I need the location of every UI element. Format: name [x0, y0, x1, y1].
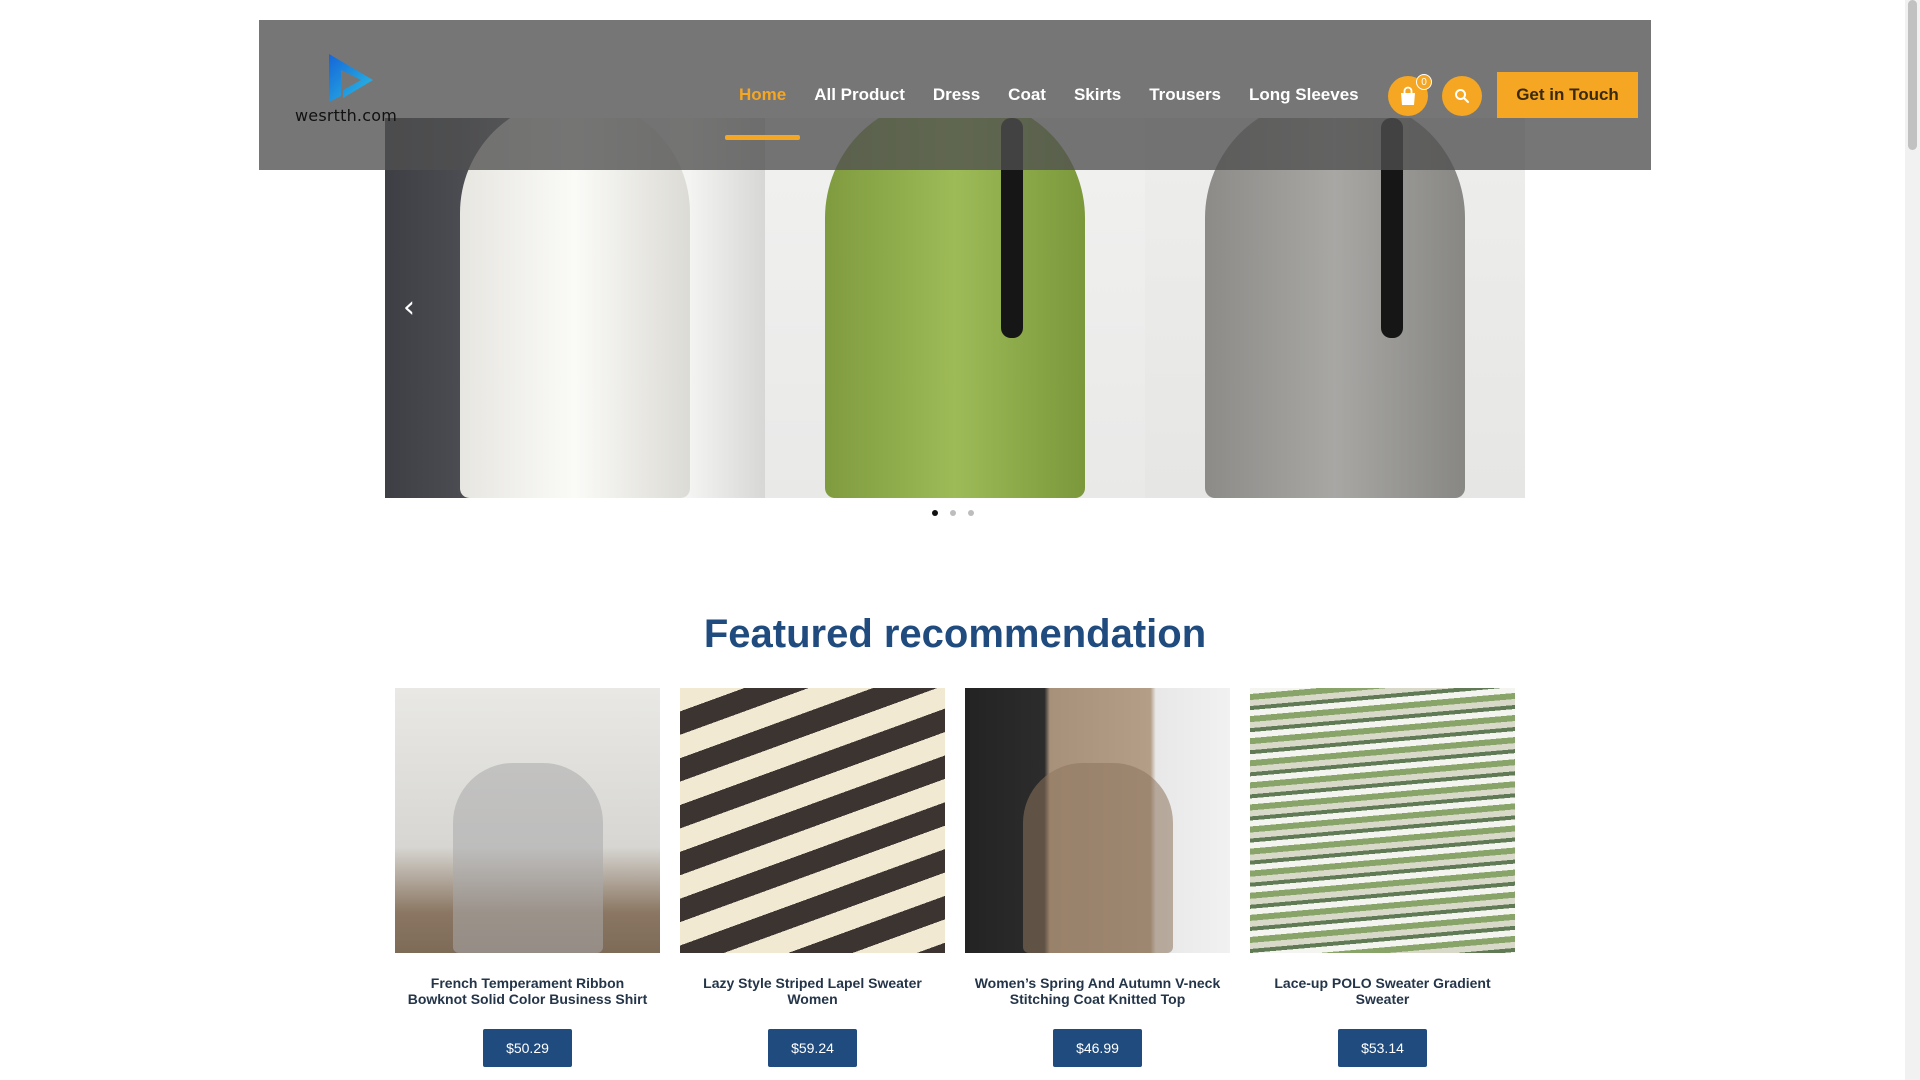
nav-item-trousers[interactable]: Trousers — [1135, 85, 1235, 105]
main-nav: Home All Product Dress Coat Skirts Trous… — [725, 20, 1373, 170]
scrollbar-thumb[interactable] — [1908, 0, 1917, 150]
product-image[interactable] — [965, 688, 1230, 953]
green-dress-image — [825, 118, 1085, 498]
grey-dress-image — [1205, 118, 1465, 498]
nav-item-dress[interactable]: Dress — [919, 85, 994, 105]
white-dress-image — [460, 118, 690, 498]
slider-dot-3[interactable] — [968, 510, 974, 516]
nav-item-skirts[interactable]: Skirts — [1060, 85, 1135, 105]
product-image[interactable] — [395, 688, 660, 953]
logo-text: wesrtth.com — [295, 106, 397, 125]
get-in-touch-button[interactable]: Get in Touch — [1497, 72, 1638, 118]
product-name[interactable]: French Temperament Ribbon Bowknot Solid … — [403, 975, 653, 1011]
hero-slide-white-dress — [385, 118, 765, 498]
nav-item-all-product[interactable]: All Product — [800, 85, 919, 105]
cart-count-badge: 0 — [1416, 74, 1432, 90]
price-button[interactable]: $46.99 — [1053, 1029, 1142, 1067]
slider-dots — [932, 510, 974, 516]
hero-slide-green-dress — [765, 118, 1145, 498]
product-name[interactable]: Women’s Spring And Autumn V-neck Stitchi… — [973, 975, 1223, 1011]
product-card[interactable]: Lazy Style Striped Lapel Sweater Women $… — [680, 688, 945, 1067]
product-name[interactable]: Lazy Style Striped Lapel Sweater Women — [688, 975, 938, 1011]
product-grid: French Temperament Ribbon Bowknot Solid … — [395, 688, 1515, 1067]
nav-item-home[interactable]: Home — [725, 85, 801, 140]
product-card[interactable]: Women’s Spring And Autumn V-neck Stitchi… — [965, 688, 1230, 1067]
vertical-scrollbar[interactable] — [1905, 0, 1920, 1080]
price-button[interactable]: $50.29 — [483, 1029, 572, 1067]
logo-play-icon — [329, 54, 373, 102]
slider-dot-1[interactable] — [932, 510, 938, 516]
product-image[interactable] — [1250, 688, 1515, 953]
slider-dot-2[interactable] — [950, 510, 956, 516]
price-button[interactable]: $59.24 — [768, 1029, 857, 1067]
product-card[interactable]: Lace-up POLO Sweater Gradient Sweater $5… — [1250, 688, 1515, 1067]
product-name[interactable]: Lace-up POLO Sweater Gradient Sweater — [1258, 975, 1508, 1011]
cart-button[interactable]: 0 — [1388, 74, 1432, 116]
search-icon — [1455, 89, 1470, 104]
nav-item-coat[interactable]: Coat — [994, 85, 1060, 105]
logo[interactable]: wesrtth.com — [295, 48, 405, 128]
page: ‹ wesrtth.com Home All Product Dress Coa… — [0, 0, 1920, 1080]
section-title: Featured recommendation — [703, 612, 1207, 656]
product-image[interactable] — [680, 688, 945, 953]
chevron-left-icon[interactable]: ‹ — [397, 292, 421, 324]
site-header: wesrtth.com Home All Product Dress Coat … — [259, 20, 1651, 170]
nav-item-long-sleeves[interactable]: Long Sleeves — [1235, 85, 1373, 105]
hero-slide-grey-dress — [1145, 118, 1525, 498]
hero-slider[interactable] — [385, 118, 1525, 498]
search-button[interactable] — [1442, 76, 1482, 116]
shopping-bag-icon — [1401, 86, 1415, 105]
price-button[interactable]: $53.14 — [1338, 1029, 1427, 1067]
product-card[interactable]: French Temperament Ribbon Bowknot Solid … — [395, 688, 660, 1067]
